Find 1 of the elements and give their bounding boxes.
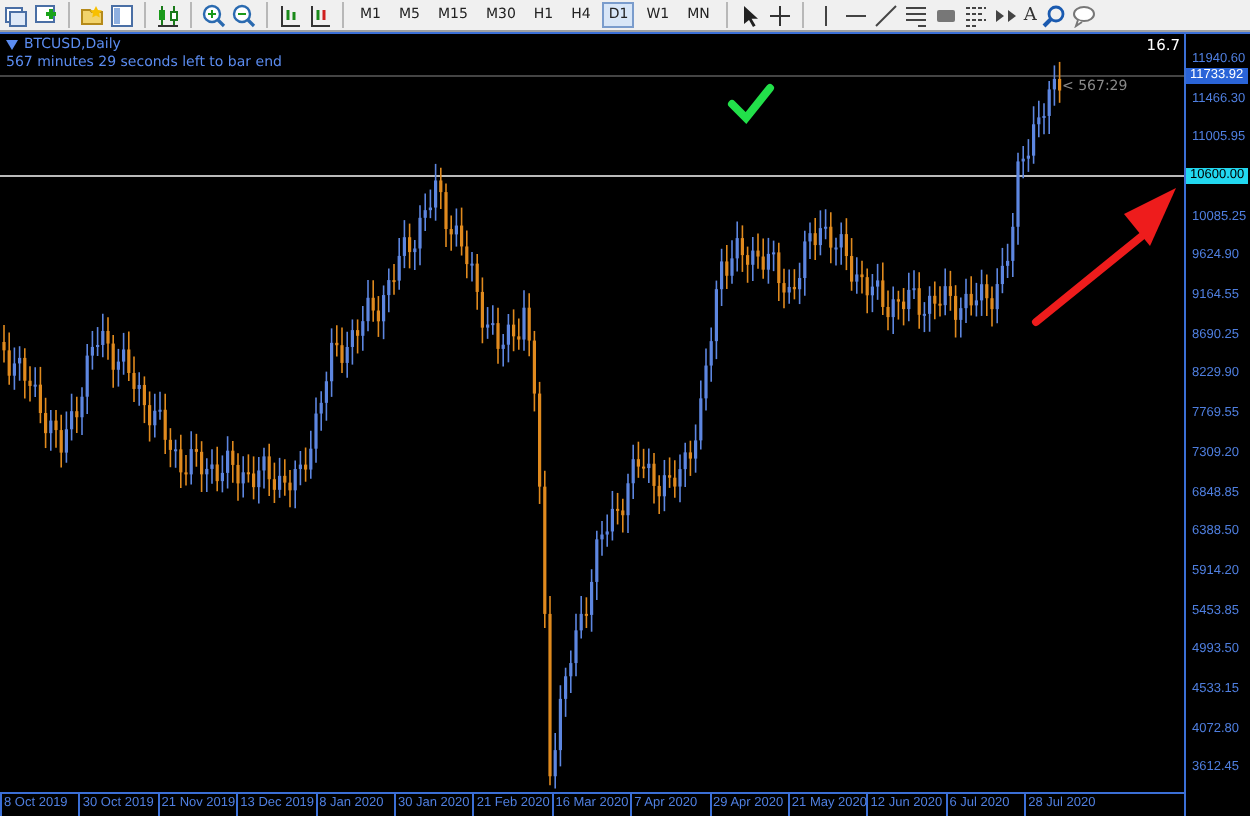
text-tool[interactable]: A xyxy=(1023,5,1037,25)
